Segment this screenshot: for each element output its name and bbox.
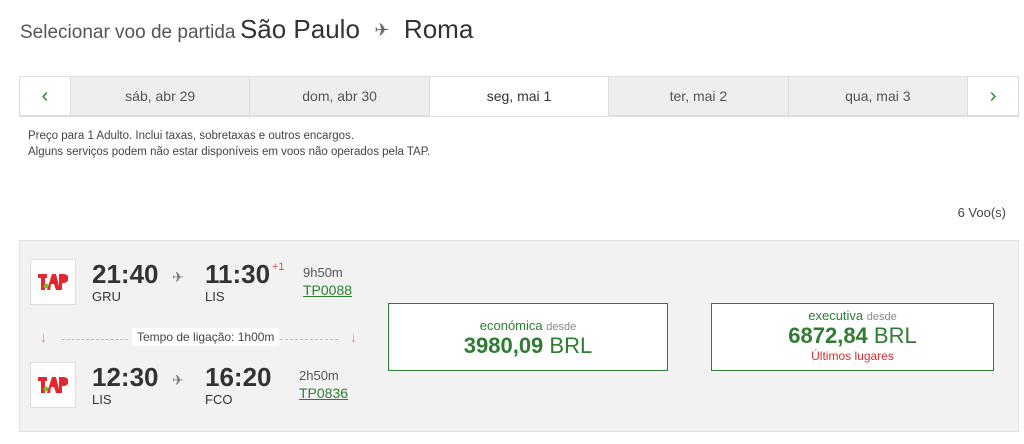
flight-card: 21:40 GRU ✈ 11:30 +1 LIS 9h50m TP0088 ↓ …	[19, 240, 1019, 432]
flight-number-link[interactable]: TP0836	[299, 385, 348, 401]
day-offset-badge: +1	[272, 261, 285, 273]
flight-duration: 2h50m	[299, 368, 339, 383]
executive-fare-button[interactable]: executiva desde 6872,84 BRL Últimos luga…	[711, 303, 994, 371]
destination-city: Roma	[403, 14, 474, 44]
flight-segment: 21:40 GRU ✈ 11:30 +1 LIS 9h50m TP0088	[20, 253, 400, 313]
availability-note: Últimos lugares	[811, 349, 894, 363]
flight-segment: 12:30 LIS ✈ 16:20 FCO 2h50m TP0836	[20, 356, 400, 416]
departure-time: 12:30	[92, 362, 159, 392]
divider	[62, 339, 128, 340]
price-notice: Preço para 1 Adulto. Inclui taxas, sobre…	[28, 128, 430, 160]
date-tab[interactable]: ter, mai 2	[609, 76, 789, 116]
connection-time: Tempo de ligação: 1h00m	[132, 328, 280, 346]
fare-title: executiva desde	[712, 308, 993, 323]
flight-number-link[interactable]: TP0088	[303, 282, 352, 298]
departure-airport: LIS	[92, 392, 112, 407]
date-tab[interactable]: qua, mai 3	[788, 76, 969, 116]
arrival-time: 11:30	[205, 259, 271, 289]
flight-duration: 9h50m	[303, 265, 343, 280]
tap-logo	[30, 259, 76, 305]
fare-class: executiva	[808, 308, 864, 323]
fare-title: económica desde	[389, 318, 667, 333]
arrival-airport: LIS	[205, 289, 225, 304]
fare-price: 6872,84 BRL	[712, 323, 993, 349]
connection-info: ↓ Tempo de ligação: 1h00m ↓	[32, 328, 362, 349]
economy-fare-button[interactable]: económica desde 3980,09 BRL	[388, 303, 668, 371]
fare-amount: 3980,09	[463, 333, 544, 358]
arrival-airport: FCO	[205, 392, 233, 407]
departure-time: 21:40	[92, 259, 159, 289]
date-tab[interactable]: sáb, abr 29	[71, 76, 251, 116]
plane-icon: ✈	[374, 20, 390, 40]
date-tab[interactable]: dom, abr 30	[250, 76, 430, 116]
date-tab-selected[interactable]: seg, mai 1	[429, 76, 610, 116]
fare-class: económica	[479, 318, 543, 333]
fare-currency: BRL	[549, 333, 593, 358]
fare-amount: 6872,84	[788, 323, 868, 348]
fare-since: desde	[866, 311, 897, 323]
arrival-time: 16:20	[205, 362, 272, 392]
prev-date-button[interactable]: ‹	[19, 76, 71, 116]
origin-city: São Paulo	[239, 14, 360, 44]
arrow-down-icon: ↓	[40, 329, 47, 345]
fare-price: 3980,09 BRL	[389, 333, 667, 359]
arrow-down-icon: ↓	[350, 329, 357, 345]
page-title: Selecionar voo de partida São Paulo ✈ Ro…	[20, 14, 473, 45]
fare-since: desde	[546, 321, 577, 333]
date-navigation: ‹ sáb, abr 29 dom, abr 30 seg, mai 1 ter…	[19, 76, 1020, 117]
tap-logo	[30, 362, 76, 408]
tap-logo-icon	[38, 274, 68, 290]
chevron-right-icon: ›	[989, 84, 997, 107]
price-notice-line: Preço para 1 Adulto. Inclui taxas, sobre…	[28, 130, 355, 142]
service-notice-line: Alguns serviços podem não estar disponív…	[28, 146, 431, 158]
page-title-prefix: Selecionar voo de partida	[20, 22, 236, 43]
fare-currency: BRL	[873, 323, 917, 348]
departure-airport: GRU	[92, 289, 121, 304]
results-count: 6 Voo(s)	[957, 205, 1006, 220]
tap-logo-icon	[38, 377, 68, 393]
plane-icon: ✈	[172, 269, 184, 285]
divider	[280, 339, 338, 340]
plane-icon: ✈	[172, 372, 184, 388]
next-date-button[interactable]: ›	[968, 76, 1020, 116]
chevron-left-icon: ‹	[41, 84, 49, 107]
